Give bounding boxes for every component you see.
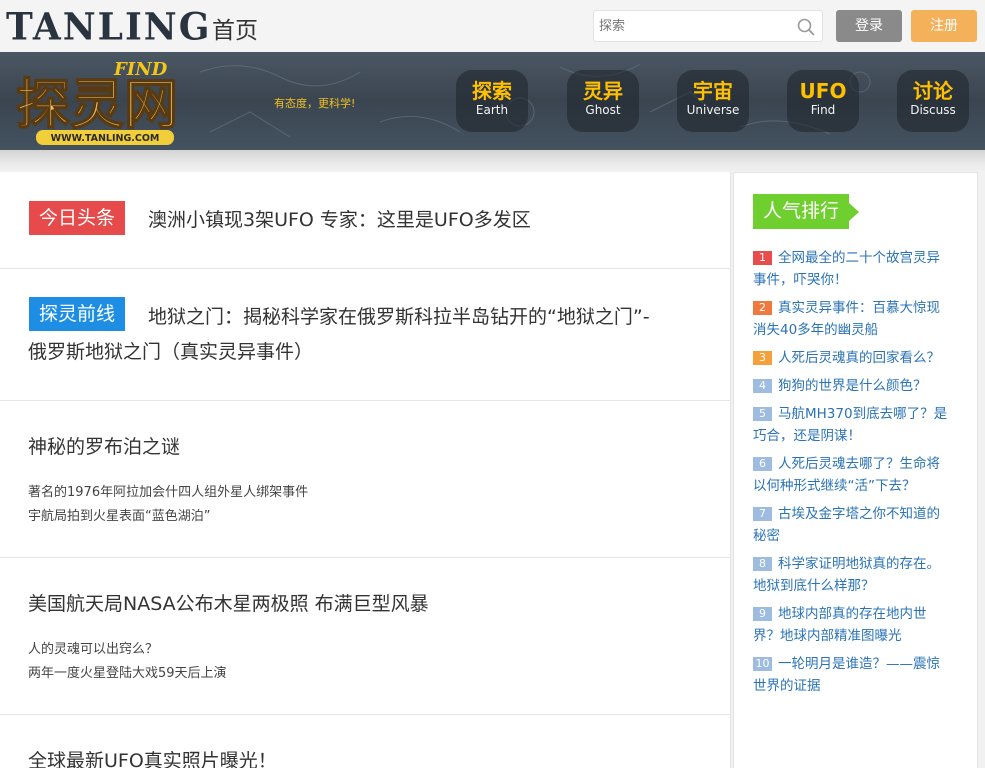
search-icon[interactable] — [796, 17, 816, 37]
article-title[interactable]: 神秘的罗布泊之谜 — [28, 432, 180, 459]
ranking-item[interactable]: 2 真实灵异事件：百慕大惊现 消失40多年的幽灵船 — [753, 297, 968, 341]
headline-today: 今日头条 澳洲小镇现3架UFO 专家：这里是UFO多发区 — [0, 172, 731, 269]
article-title[interactable]: 美国航天局NASA公布木星两极照 布满巨型风暴 — [28, 589, 429, 616]
nav-explore[interactable]: 探索 Earth — [456, 70, 528, 132]
ranking-item[interactable]: 4 狗狗的世界是什么颜色？ — [753, 375, 968, 397]
headline-frontline-link-line2[interactable]: 俄罗斯地狱之门（真实灵异事件） — [28, 335, 313, 369]
ranking-item[interactable]: 5 马航MH370到底去哪了？是 巧合，还是阴谋！ — [753, 403, 968, 447]
article-link[interactable]: 著名的1976年阿拉加会什四人组外星人绑架事件 — [28, 481, 308, 500]
logo-main-text: 探灵网 — [16, 72, 178, 136]
ranking-item[interactable]: 8 科学家证明地狱真的存在。 地狱到底什么样那？ — [753, 553, 968, 597]
rank-number: 9 — [753, 607, 772, 621]
rank-number: 6 — [753, 457, 772, 471]
rank-number: 10 — [753, 657, 772, 671]
search-input[interactable] — [594, 11, 789, 41]
logo-url-text: WWW.TANLING.COM — [51, 133, 160, 144]
headline-frontline-link-line1[interactable]: 地狱之门：揭秘科学家在俄罗斯科拉半岛钻开的“地狱之门”- — [148, 300, 650, 334]
nav-ufo[interactable]: UFO Find — [787, 70, 859, 132]
ranking-item[interactable]: 3 人死后灵魂真的回家看么？ — [753, 347, 968, 369]
article-title[interactable]: 全球最新UFO真实照片曝光！ — [28, 746, 277, 768]
ranking-item[interactable]: 6 人死后灵魂去哪了？生命将 以何种形式继续“活”下去？ — [753, 453, 968, 497]
rank-number: 8 — [753, 557, 772, 571]
home-link[interactable]: 首页 — [212, 11, 258, 45]
nav-ghost[interactable]: 灵异 Ghost — [567, 70, 639, 132]
nav-universe[interactable]: 宇宙 Universe — [677, 70, 749, 132]
rank-number: 7 — [753, 507, 772, 521]
site-banner: FIND 探灵网 WWW.TANLING.COM 有态度，更科学! 探索 Ear… — [0, 52, 985, 150]
search-box — [593, 10, 823, 42]
article-link[interactable]: 人的灵魂可以出窍么？ — [28, 638, 158, 657]
tag-frontline[interactable]: 探灵前线 — [29, 297, 126, 331]
ranking-title: 人气排行 — [753, 194, 860, 229]
banner-shadow-strip — [0, 150, 985, 172]
rank-number: 3 — [753, 351, 772, 365]
tanling-site-logo[interactable]: FIND 探灵网 WWW.TANLING.COM — [14, 55, 189, 147]
rank-number: 4 — [753, 379, 772, 393]
register-button[interactable]: 注册 — [911, 10, 977, 42]
popular-ranking-sidebar: 人气排行 1 全网最全的二十个故宫灵异 事件，吓哭你！ 2 真实灵异事件：百慕大惊现消… — [733, 172, 978, 768]
article-link[interactable]: 宇航局拍到火星表面“蓝色湖泊” — [28, 505, 210, 524]
article-section: 全球最新UFO真实照片曝光！ — [0, 715, 731, 768]
tag-today-headline[interactable]: 今日头条 — [29, 201, 126, 235]
ranking-item[interactable]: 7 古埃及金字塔之你不知道的 秘密 — [753, 503, 968, 547]
tanling-logo[interactable]: TANLING — [6, 5, 211, 49]
headline-frontline: 探灵前线 地狱之门：揭秘科学家在俄罗斯科拉半岛钻开的“地狱之门”- 俄罗斯地狱之… — [0, 269, 731, 401]
article-link[interactable]: 两年一度火星登陆大戏59天后上演 — [28, 662, 227, 681]
ranking-list: 1 全网最全的二十个故宫灵异 事件，吓哭你！ 2 真实灵异事件：百慕大惊现 消失40多年… — [753, 247, 968, 703]
login-button[interactable]: 登录 — [836, 10, 902, 42]
headline-today-link[interactable]: 澳洲小镇现3架UFO 专家：这里是UFO多发区 — [148, 203, 531, 237]
top-bar: TANLING 首页 登录 注册 — [0, 0, 985, 52]
ranking-item[interactable]: 9 地球内部真的存在地内世 界？地球内部精准图曝光 — [753, 603, 968, 647]
rank-number: 1 — [753, 251, 772, 265]
rank-number: 5 — [753, 407, 772, 421]
article-section: 美国航天局NASA公布木星两极照 布满巨型风暴 人的灵魂可以出窍么？ 两年一度火… — [0, 558, 731, 715]
slogan: 有态度，更科学! — [274, 97, 356, 110]
article-section: 神秘的罗布泊之谜 著名的1976年阿拉加会什四人组外星人绑架事件 宇航局拍到火星… — [0, 401, 731, 558]
rank-number: 2 — [753, 301, 772, 315]
ranking-item[interactable]: 10 一轮明月是谁造？——震惊 世界的证据 — [753, 653, 968, 697]
ranking-item[interactable]: 1 全网最全的二十个故宫灵异 事件，吓哭你！ — [753, 247, 968, 291]
nav-discuss[interactable]: 讨论 Discuss — [897, 70, 969, 132]
main-content: 今日头条 澳洲小镇现3架UFO 专家：这里是UFO多发区 探灵前线 地狱之门：揭… — [0, 172, 731, 768]
